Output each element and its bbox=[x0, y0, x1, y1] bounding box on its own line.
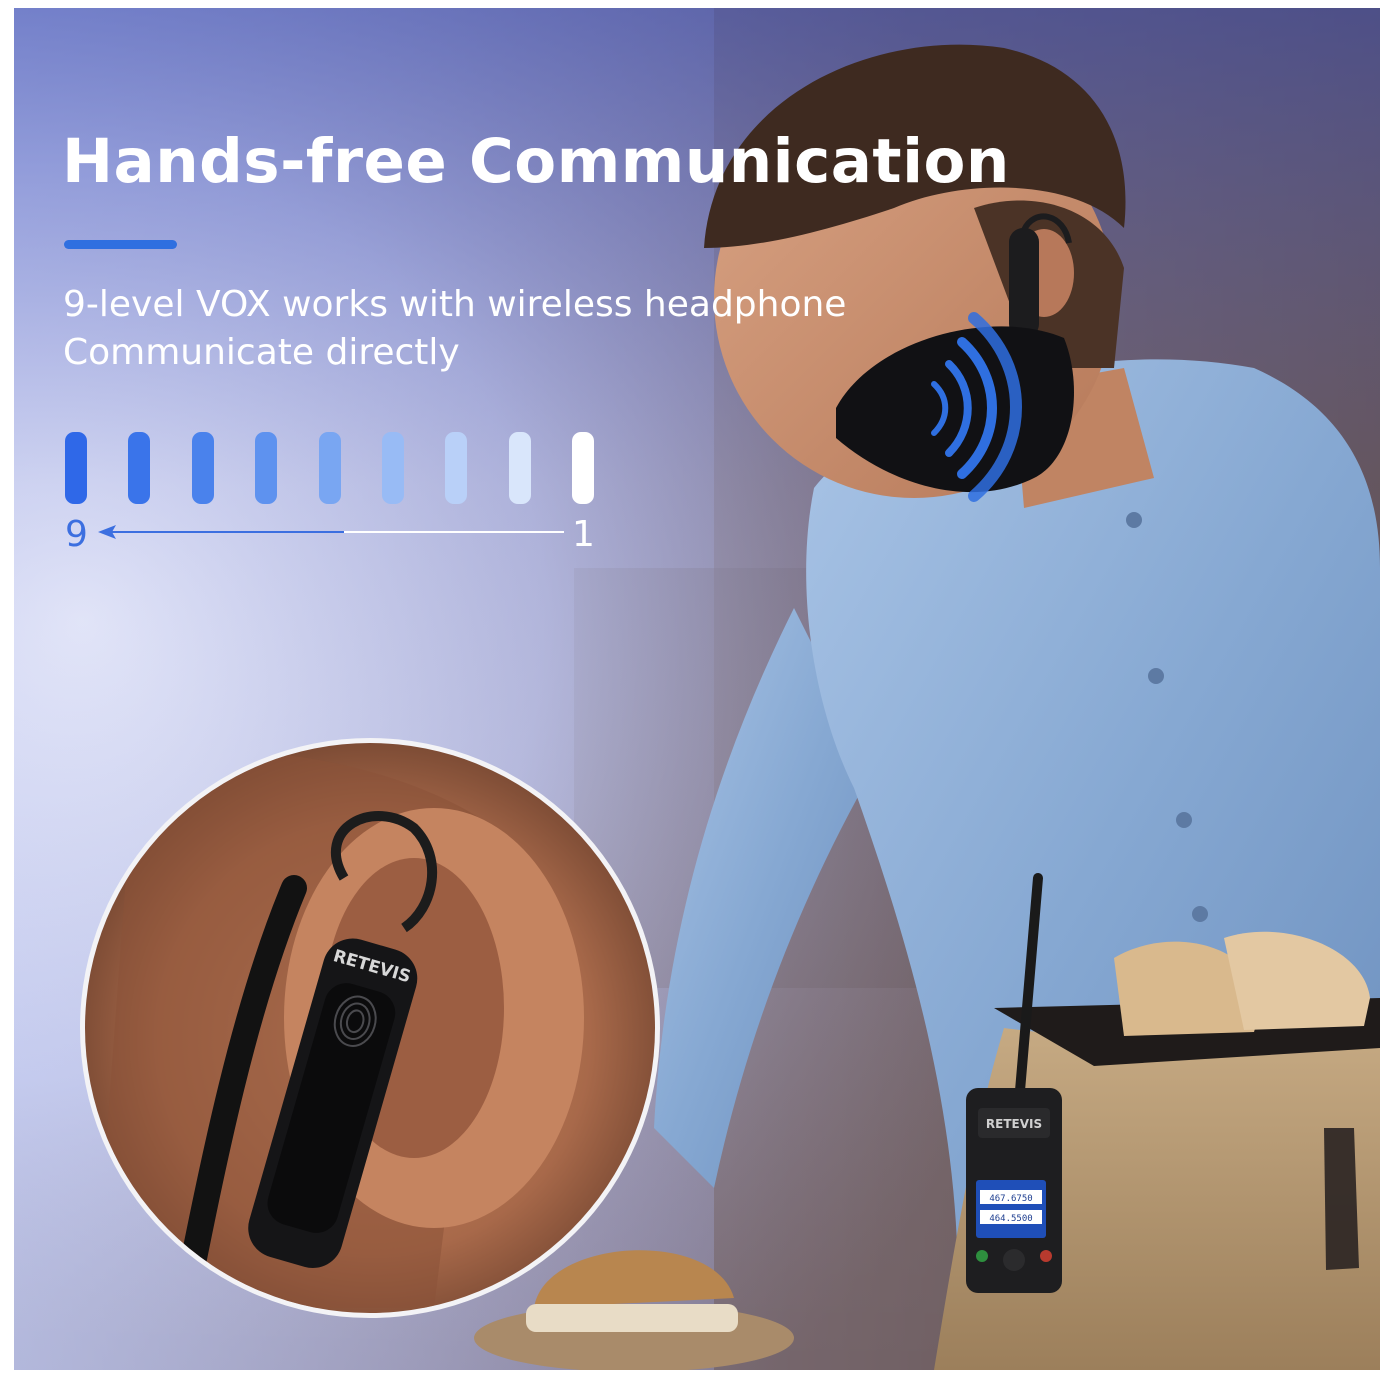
radio-display-freq-2: 464.5500 bbox=[989, 1214, 1032, 1224]
title-accent-line bbox=[64, 240, 177, 249]
background-photo: RETEVIS 467.6750 464.5500 RETEVIS bbox=[14, 8, 1380, 1370]
vox-level-bar-5 bbox=[319, 432, 341, 504]
page-title: Hands-free Communication bbox=[62, 126, 1010, 197]
vox-max-label: 9 bbox=[65, 514, 88, 555]
radio-brand-logo: RETEVIS bbox=[986, 1117, 1042, 1131]
vox-level-bar-9 bbox=[65, 432, 87, 504]
vox-level-bar-6 bbox=[255, 432, 277, 504]
vox-min-label: 1 bbox=[572, 514, 595, 555]
subtitle-line-2: Communicate directly bbox=[63, 332, 460, 373]
product-banner: RETEVIS 467.6750 464.5500 RETEVIS Hands-… bbox=[14, 8, 1380, 1370]
vox-scale-arrow bbox=[98, 525, 564, 539]
vox-level-bar-2 bbox=[509, 432, 531, 504]
vox-level-bar-1 bbox=[572, 432, 594, 504]
vox-level-bar-7 bbox=[192, 432, 214, 504]
vox-level-bar-8 bbox=[128, 432, 150, 504]
vox-level-bar-3 bbox=[445, 432, 467, 504]
radio-display-freq-1: 467.6750 bbox=[989, 1194, 1032, 1204]
vox-level-bars bbox=[65, 432, 605, 506]
vox-level-bar-4 bbox=[382, 432, 404, 504]
subtitle-line-1: 9-level VOX works with wireless headphon… bbox=[63, 284, 847, 325]
